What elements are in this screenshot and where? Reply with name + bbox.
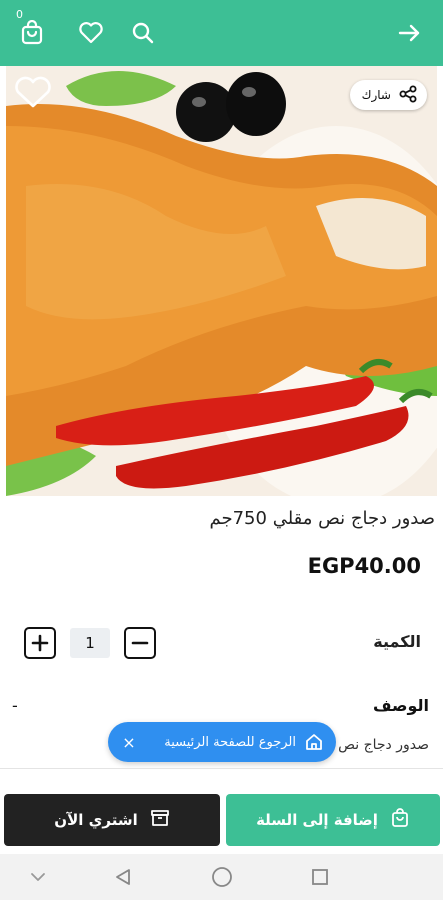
minus-icon <box>131 641 149 645</box>
chevron-down-icon[interactable] <box>25 864 51 890</box>
description-toggle[interactable]: - <box>12 696 18 715</box>
toast-text: الرجوع للصفحة الرئيسية <box>164 734 296 750</box>
back-icon[interactable] <box>110 864 136 890</box>
description-text: صدور دجاج نص <box>338 737 429 753</box>
search-icon[interactable] <box>125 15 161 51</box>
cart-icon <box>390 808 410 832</box>
plus-icon <box>31 634 49 652</box>
divider <box>0 768 443 769</box>
cart-count-badge: 0 <box>16 8 23 21</box>
home-icon <box>304 732 324 752</box>
app-header: 0 <box>0 0 443 66</box>
share-button[interactable]: شارك <box>349 80 427 110</box>
archive-box-icon <box>150 808 170 832</box>
favorite-heart-icon[interactable] <box>14 76 52 110</box>
add-to-cart-button[interactable]: إضافة إلى السلة <box>226 794 440 846</box>
heart-icon[interactable] <box>73 15 109 51</box>
share-icon <box>399 85 417 106</box>
recents-icon[interactable] <box>307 864 333 890</box>
quantity-label: الكمية <box>373 632 421 651</box>
buy-now-label: اشتري الآن <box>54 811 138 829</box>
close-icon[interactable]: × <box>120 733 138 752</box>
back-arrow-icon[interactable] <box>391 15 427 51</box>
share-label: شارك <box>361 88 391 102</box>
back-to-home-toast[interactable]: الرجوع للصفحة الرئيسية × <box>108 722 336 762</box>
product-title: صدور دجاج نص مقلي 750جم <box>209 508 436 529</box>
home-circle-icon[interactable] <box>209 864 235 890</box>
fried-chicken-image <box>6 66 437 496</box>
increase-quantity-button[interactable] <box>24 627 56 659</box>
product-price: EGP40.00 <box>307 554 421 578</box>
add-to-cart-label: إضافة إلى السلة <box>256 811 378 829</box>
buy-now-button[interactable]: اشتري الآن <box>4 794 220 846</box>
quantity-value[interactable]: 1 <box>70 628 110 658</box>
description-label: الوصف <box>372 696 429 715</box>
product-image: شارك <box>6 66 437 496</box>
system-navigation-bar <box>0 854 443 900</box>
decrease-quantity-button[interactable] <box>124 627 156 659</box>
